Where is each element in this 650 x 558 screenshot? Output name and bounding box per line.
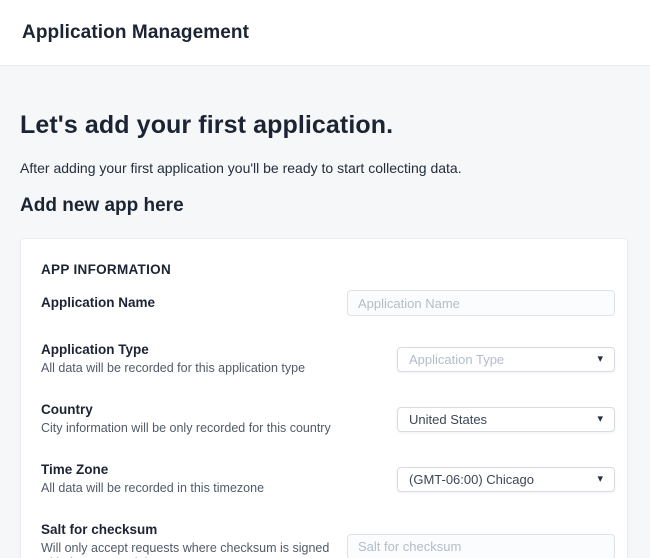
- intro-heading: Let's add your first application.: [20, 110, 630, 140]
- country-description: City information will be only recorded f…: [41, 421, 331, 436]
- application-name-input[interactable]: [347, 290, 615, 316]
- page-header: Application Management: [0, 0, 650, 66]
- field-info: Time Zone All data will be recorded in t…: [41, 462, 264, 496]
- country-select-value: United States: [409, 412, 487, 427]
- field-info: Application Type All data will be record…: [41, 342, 305, 376]
- form-row-time-zone: Time Zone All data will be recorded in t…: [41, 462, 615, 496]
- time-zone-description: All data will be recorded in this timezo…: [41, 481, 264, 496]
- form-row-application-name: Application Name: [41, 290, 615, 316]
- form-row-salt-for-checksum: Salt for checksum Will only accept reque…: [41, 522, 615, 558]
- form-row-country: Country City information will be only re…: [41, 402, 615, 436]
- application-type-select-value: Application Type: [409, 352, 504, 367]
- app-information-section-header: APP INFORMATION: [41, 262, 615, 277]
- country-select[interactable]: United States ▾: [397, 407, 615, 432]
- time-zone-select-value: (GMT-06:00) Chicago: [409, 472, 534, 487]
- chevron-down-icon: ▾: [597, 354, 603, 365]
- time-zone-label: Time Zone: [41, 462, 264, 478]
- salt-for-checksum-label: Salt for checksum: [41, 522, 346, 538]
- country-label: Country: [41, 402, 331, 418]
- chevron-down-icon: ▾: [597, 474, 603, 485]
- app-information-card: APP INFORMATION Application Name Applica…: [20, 238, 628, 558]
- salt-for-checksum-description: Will only accept requests where checksum…: [41, 541, 346, 558]
- add-new-app-title: Add new app here: [20, 194, 630, 218]
- application-type-label: Application Type: [41, 342, 305, 358]
- application-type-description: All data will be recorded for this appli…: [41, 361, 305, 376]
- application-name-label: Application Name: [41, 295, 155, 311]
- application-management-page: Application Management Let's add your fi…: [0, 0, 650, 558]
- field-info: Salt for checksum Will only accept reque…: [41, 522, 346, 558]
- page-title: Application Management: [22, 22, 249, 44]
- field-info: Country City information will be only re…: [41, 402, 331, 436]
- salt-for-checksum-input[interactable]: [347, 534, 615, 558]
- time-zone-select[interactable]: (GMT-06:00) Chicago ▾: [397, 467, 615, 492]
- application-type-select[interactable]: Application Type ▾: [397, 347, 615, 372]
- intro-subheading: After adding your first application you'…: [20, 158, 630, 178]
- field-info: Application Name: [41, 295, 155, 311]
- chevron-down-icon: ▾: [597, 414, 603, 425]
- form-row-application-type: Application Type All data will be record…: [41, 342, 615, 376]
- main-content: Let's add your first application. After …: [0, 110, 650, 558]
